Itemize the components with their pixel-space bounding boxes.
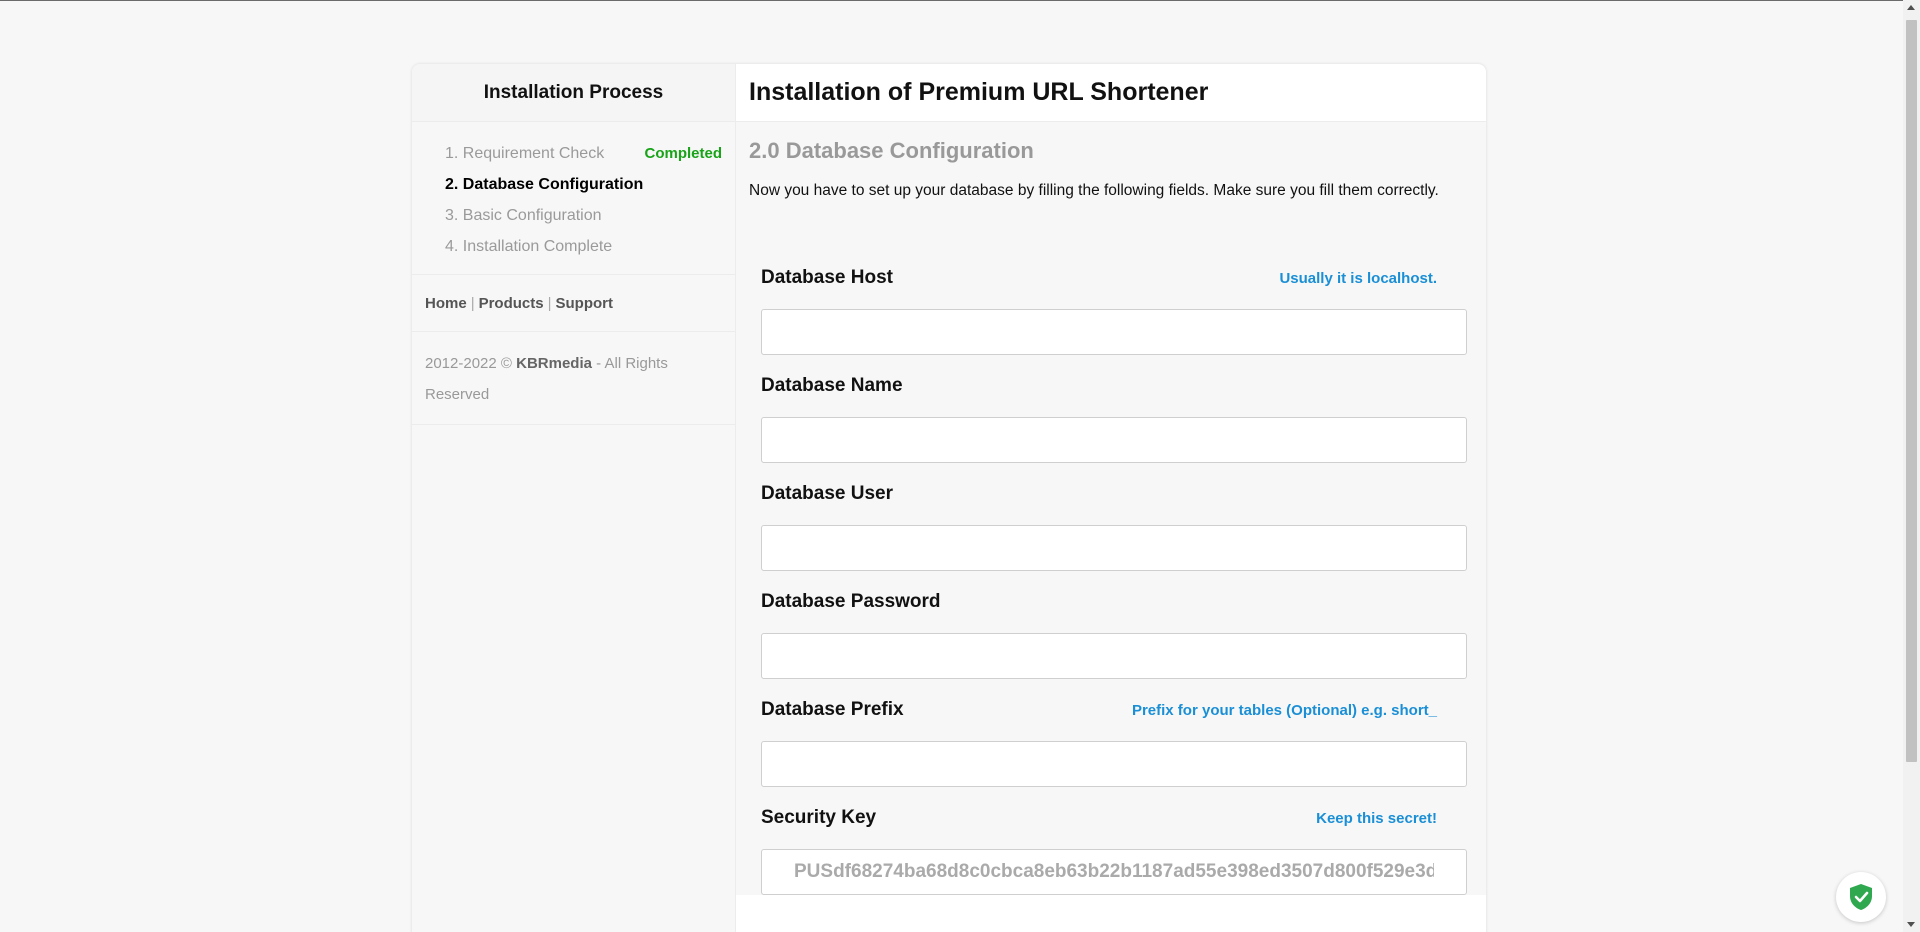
security-shield-button[interactable] (1836, 872, 1886, 922)
field-label-row: Database Host Usually it is localhost. (761, 247, 1467, 309)
link-separator: | (547, 295, 552, 312)
scroll-up-arrow-icon[interactable] (1907, 5, 1915, 10)
database-password-input[interactable] (761, 633, 1467, 679)
field-label-row: Database Prefix Prefix for your tables (… (761, 679, 1467, 741)
field-label-row: Security Key Keep this secret! (761, 787, 1467, 849)
step-basic-configuration: 3. Basic Configuration (445, 200, 722, 231)
database-user-input[interactable] (761, 525, 1467, 571)
database-host-input[interactable] (761, 309, 1467, 355)
database-password-field: Database Password (749, 571, 1479, 679)
field-label: Database Name (761, 375, 903, 396)
database-prefix-field: Database Prefix Prefix for your tables (… (749, 679, 1479, 787)
field-hint: Usually it is localhost. (1279, 269, 1437, 287)
step-label: 2. Database Configuration (445, 175, 644, 193)
brand-name: KBRmedia (516, 355, 592, 372)
field-label: Database User (761, 483, 894, 504)
copyright: 2012-2022 © KBRmedia - All Rights Reserv… (412, 332, 735, 425)
security-key-input[interactable] (761, 849, 1467, 895)
intro-text: Now you have to set up your database by … (749, 182, 1439, 199)
link-separator: | (470, 295, 475, 312)
sidebar-title: Installation Process (412, 64, 735, 122)
field-label: Database Prefix (761, 699, 904, 720)
footer-links: Home | Products | Support (412, 275, 735, 332)
step-label: 3. Basic Configuration (445, 206, 602, 224)
completed-badge: Completed (644, 145, 722, 162)
support-link[interactable]: Support (556, 295, 614, 312)
products-link[interactable]: Products (479, 295, 544, 312)
field-label-row: Database Password (761, 571, 1467, 633)
step-label: 1. Requirement Check (445, 144, 605, 162)
step-requirement-check: 1. Requirement Check Completed (445, 138, 722, 169)
field-label-row: Database User (761, 463, 1467, 525)
scroll-thumb[interactable] (1906, 20, 1917, 762)
database-name-field: Database Name (749, 355, 1479, 463)
shield-check-icon (1850, 884, 1872, 910)
database-name-input[interactable] (761, 417, 1467, 463)
step-label: 4. Installation Complete (445, 237, 613, 255)
field-label: Database Password (761, 591, 941, 612)
field-label-row: Database Name (761, 355, 1467, 417)
copyright-years: 2012-2022 © (425, 355, 512, 372)
step-database-configuration: 2. Database Configuration (445, 169, 722, 200)
scroll-down-arrow-icon[interactable] (1907, 922, 1915, 927)
database-user-field: Database User (749, 463, 1479, 571)
field-hint: Prefix for your tables (Optional) e.g. s… (1131, 701, 1437, 719)
page-title: Installation of Premium URL Shortener (736, 64, 1486, 122)
database-prefix-input[interactable] (761, 741, 1467, 787)
security-key-field: Security Key Keep this secret! (749, 787, 1479, 895)
field-label: Database Host (761, 267, 893, 288)
step-installation-complete: 4. Installation Complete (445, 231, 722, 262)
home-link[interactable]: Home (425, 295, 467, 312)
main-content: Installation of Premium URL Shortener 2.… (736, 64, 1486, 932)
field-hint: Keep this secret! (1316, 809, 1437, 827)
database-host-field: Database Host Usually it is localhost. (749, 247, 1479, 355)
installer-panel: Installation Process 1. Requirement Chec… (412, 64, 1486, 932)
browser-top-border (0, 0, 1920, 1)
field-label: Security Key (761, 807, 877, 828)
sidebar: Installation Process 1. Requirement Chec… (412, 64, 736, 932)
page-scrollbar[interactable] (1903, 0, 1920, 932)
form-area: 2.0 Database Configuration Now you have … (736, 122, 1486, 895)
step-list: 1. Requirement Check Completed 2. Databa… (412, 122, 735, 275)
section-title: 2.0 Database Configuration (749, 138, 1034, 163)
